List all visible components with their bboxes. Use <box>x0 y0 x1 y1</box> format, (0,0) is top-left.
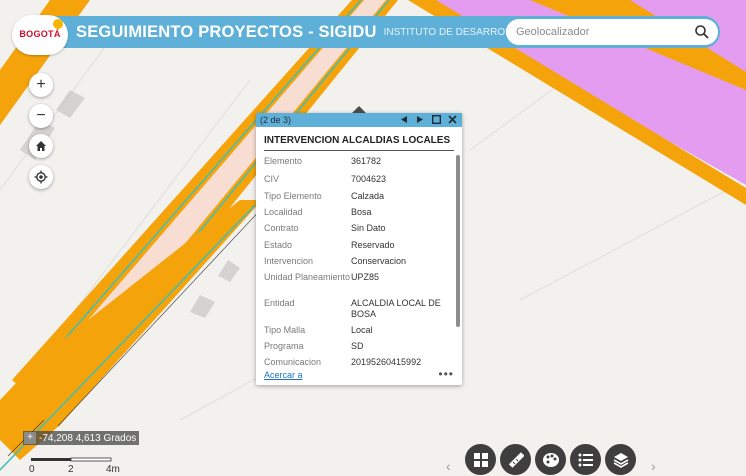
search-icon[interactable] <box>694 24 710 40</box>
maximize-icon <box>432 115 441 124</box>
attribute-row: Tipo Elemento Calzada <box>264 191 385 201</box>
app-title: SEGUIMIENTO PROYECTOS - SIGIDU <box>76 22 377 41</box>
triangle-right-icon <box>417 116 423 123</box>
basemap-gallery-button[interactable] <box>465 444 496 475</box>
attribute-row: Entidad ALCALDIA LOCAL DE BOSA <box>264 298 441 319</box>
legend-button[interactable] <box>570 444 601 475</box>
zoom-to-link[interactable]: Acercar a <box>264 370 303 380</box>
locate-icon <box>34 170 48 184</box>
triangle-left-icon <box>401 116 407 123</box>
layers-icon <box>613 452 628 468</box>
app-header: BOGOTÁ SEGUIMIENTO PROYECTOS - SIGIDU IN… <box>12 15 720 55</box>
attribute-row: Contrato Sin Dato <box>264 223 386 233</box>
zoom-out-button[interactable]: − <box>29 104 53 128</box>
logo-sun-icon <box>53 19 63 29</box>
scale-label: 2 <box>68 464 74 475</box>
close-button[interactable] <box>447 114 458 125</box>
attribute-row: Programa SD <box>264 341 364 351</box>
home-button[interactable] <box>29 134 53 158</box>
popup-heading: INTERVENCION ALCALDIAS LOCALES <box>264 135 454 151</box>
attribute-row: CIV 7004623 <box>264 174 387 184</box>
scale-ruler <box>31 457 112 462</box>
scale-label: 0 <box>29 464 35 475</box>
feature-popup: (2 de 3) INTERVENCION ALCALDIAS LOCALES … <box>256 106 462 385</box>
layers-button[interactable] <box>605 444 636 475</box>
attribute-row: Tipo Malla Local <box>264 325 373 335</box>
attribute-row: Comunicacion 20195260415992 <box>264 357 422 367</box>
plus-icon: + <box>36 76 46 93</box>
geolocator-search <box>506 19 718 45</box>
previous-feature-button[interactable] <box>399 114 410 125</box>
toolbar-prev-arrow[interactable]: ‹ <box>446 458 451 474</box>
geolocator-input[interactable] <box>516 20 686 44</box>
popup-footer: Acercar a ••• <box>264 367 454 382</box>
popup-titlebar: (2 de 3) <box>256 113 462 127</box>
attribute-row: Estado Reservado <box>264 240 395 250</box>
next-feature-button[interactable] <box>415 114 426 125</box>
popup-attribute-list: Elemento 361782 CIV 7004623 Tipo Elemento C… <box>256 153 456 367</box>
bogota-logo: BOGOTÁ <box>12 15 68 55</box>
basemap-gallery-icon <box>473 452 488 467</box>
coordinate-text: -74,208 4,613 Grados <box>39 432 137 444</box>
coordinate-readout: + -74,208 4,613 Grados <box>23 431 140 445</box>
attribute-row: Unidad Planeamiento UPZ85 <box>264 272 380 282</box>
attribute-row: Intervencion Conservacion <box>264 256 407 266</box>
locate-button[interactable] <box>29 165 53 189</box>
measure-button[interactable] <box>500 444 531 475</box>
home-icon <box>36 141 46 151</box>
scale-bar: 0 2 4m <box>29 456 120 476</box>
legend-list-icon <box>578 453 593 466</box>
zoom-in-button[interactable]: + <box>29 73 53 97</box>
coordinate-toggle-button[interactable]: + <box>24 432 36 444</box>
popup-pointer <box>352 106 366 113</box>
attribute-row: Localidad Bosa <box>264 207 372 217</box>
more-actions-button[interactable]: ••• <box>438 367 454 381</box>
maximize-button[interactable] <box>431 114 442 125</box>
measure-icon <box>508 451 524 468</box>
close-icon <box>448 115 457 124</box>
layer-styles-icon <box>542 452 559 467</box>
feature-counter: (2 de 3) <box>260 115 292 125</box>
scale-label: 4m <box>106 464 120 475</box>
popup-scrollbar[interactable] <box>456 155 460 327</box>
layer-styles-button[interactable] <box>535 444 566 475</box>
toolbar-next-arrow[interactable]: › <box>651 458 656 474</box>
attribute-row: Elemento 361782 <box>264 156 382 166</box>
minus-icon: − <box>36 107 46 124</box>
